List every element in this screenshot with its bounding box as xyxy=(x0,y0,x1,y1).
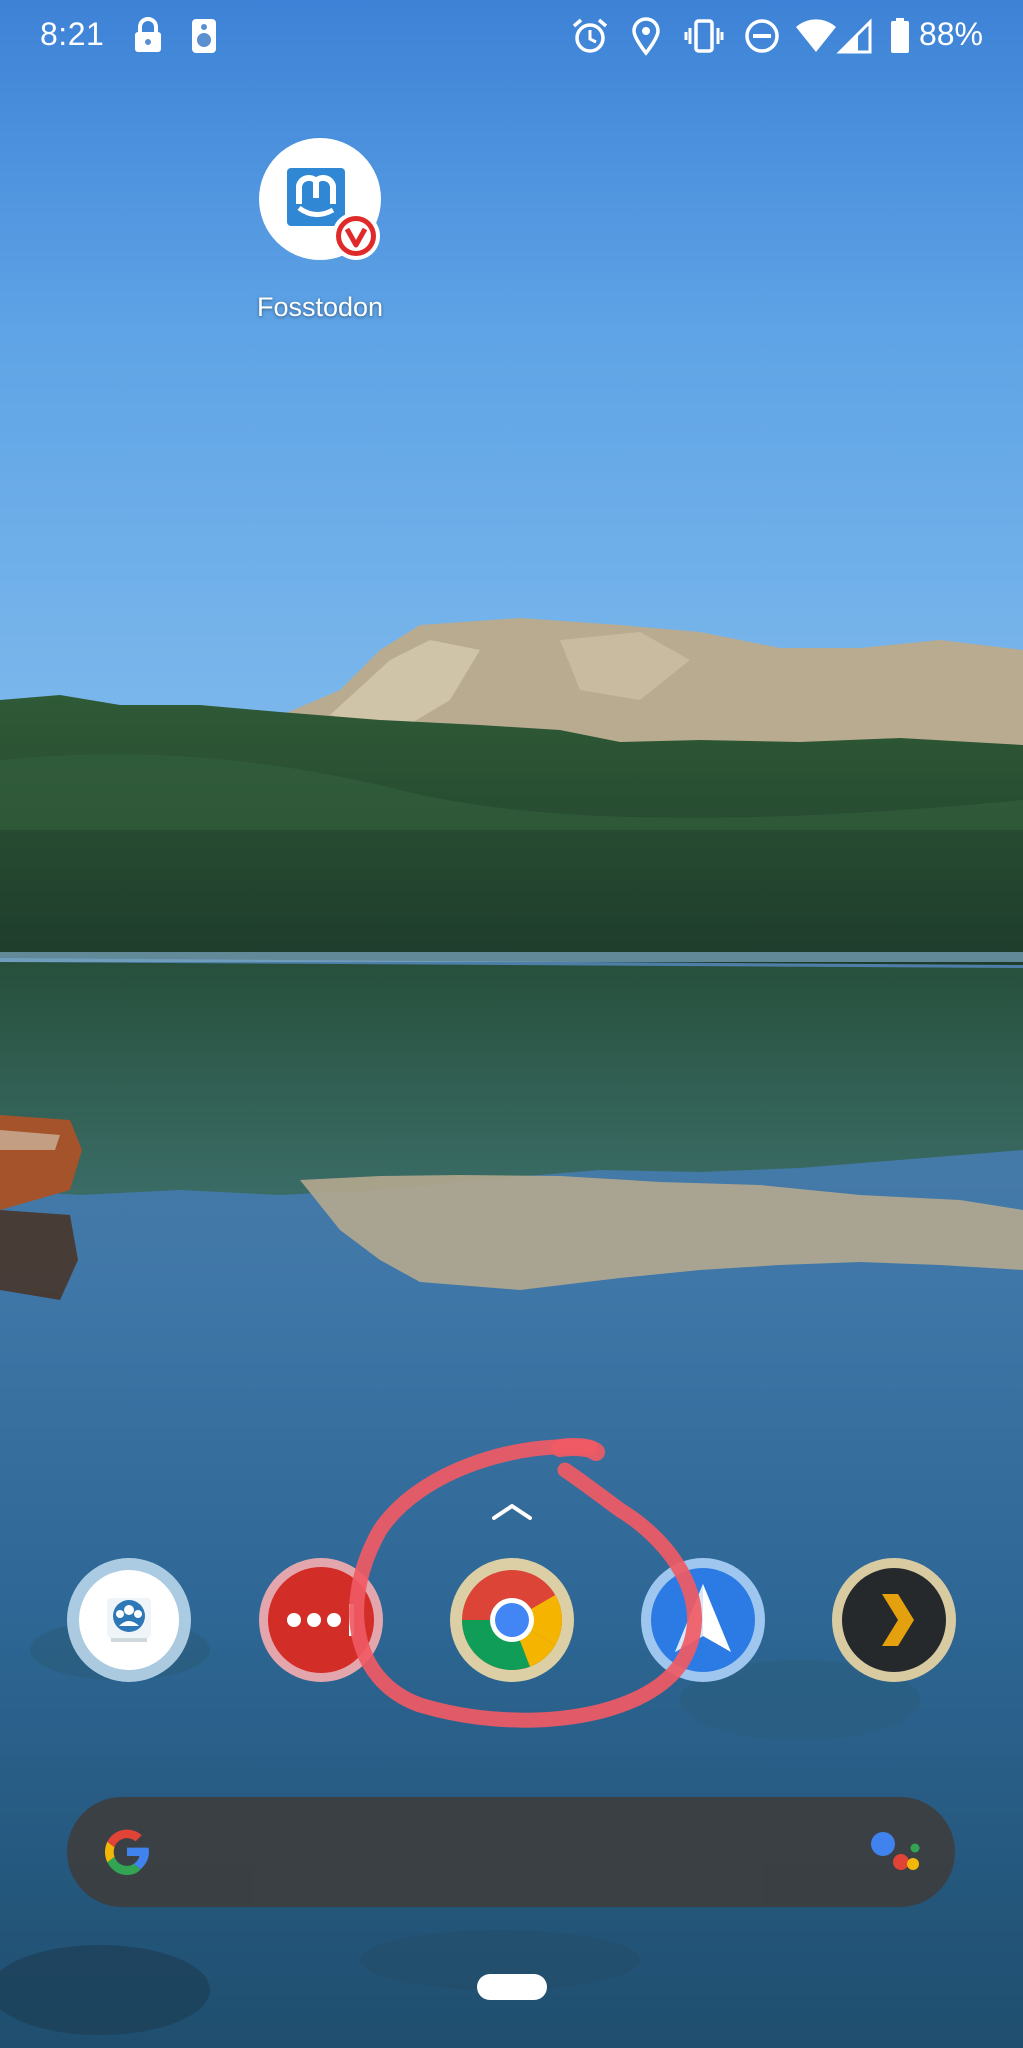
mastodon-icon xyxy=(259,138,381,260)
dock-app-lastpass[interactable] xyxy=(259,1558,383,1682)
lock-icon xyxy=(135,17,161,52)
shortcut-label: Fosstodon xyxy=(256,292,384,322)
dock-app-plex[interactable] xyxy=(832,1558,956,1682)
contacts-app-icon xyxy=(67,1558,191,1682)
home-screen: 8:21 88% Fosstodon xyxy=(0,0,1023,2048)
status-time: 8:21 xyxy=(40,16,105,52)
plex-app-icon xyxy=(832,1558,956,1682)
lastpass-app-icon xyxy=(259,1558,383,1682)
dock-app-contacts[interactable] xyxy=(67,1558,191,1682)
chevron-up-icon[interactable] xyxy=(490,1500,534,1522)
dock-app-navigation[interactable] xyxy=(641,1558,765,1682)
google-g-icon xyxy=(105,1829,149,1875)
dock-app-chrome[interactable] xyxy=(450,1558,574,1682)
vivaldi-badge-icon xyxy=(332,212,380,260)
alarm-icon xyxy=(572,18,608,53)
do-not-disturb-icon xyxy=(745,19,779,53)
cellular-signal-icon xyxy=(836,18,872,54)
speaker-icon xyxy=(192,19,216,53)
home-gesture-pill[interactable] xyxy=(477,1974,547,2000)
wifi-icon xyxy=(796,19,836,52)
fosstodon-shortcut[interactable]: Fosstodon xyxy=(240,138,400,338)
chrome-app-icon xyxy=(450,1558,574,1682)
status-bar: 8:21 88% xyxy=(0,0,1023,74)
google-search-bar[interactable] xyxy=(67,1797,955,1907)
wallpaper xyxy=(0,0,1023,2048)
location-icon xyxy=(632,17,660,56)
google-assistant-icon[interactable] xyxy=(865,1826,925,1878)
vibrate-icon xyxy=(684,19,724,53)
battery-icon xyxy=(891,18,909,53)
navigation-app-icon xyxy=(641,1558,765,1682)
battery-percent: 88% xyxy=(918,16,983,52)
